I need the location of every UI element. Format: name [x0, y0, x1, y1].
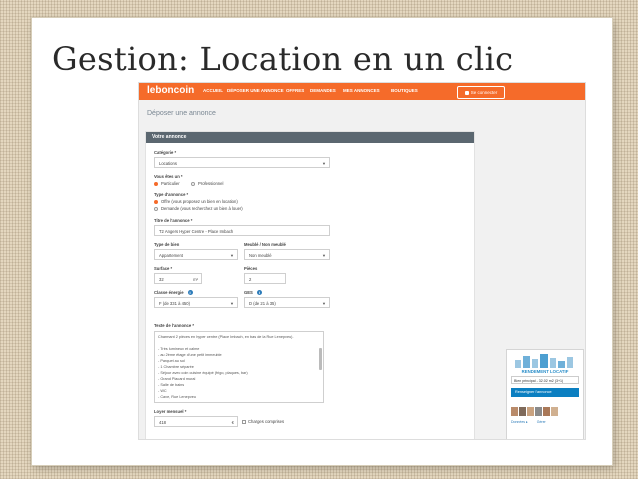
radio-offre-label: Offre (vous proposez un bien en location…	[161, 199, 238, 204]
classe-energie-select[interactable]: F (de 331 à 450) ▼	[154, 297, 238, 308]
chevron-down-icon: ▼	[230, 301, 234, 306]
radio-off-icon	[154, 206, 158, 211]
radio-on-icon	[154, 199, 158, 204]
widget-select[interactable]: Bien principal - 32.02 m2 (3+1)	[511, 376, 579, 384]
type-bien-label: Type de bien	[154, 242, 180, 247]
nav-offres[interactable]: OFFRES	[286, 88, 304, 93]
checkbox-icon	[242, 419, 246, 424]
titre-label: Titre de l'annonce *	[154, 218, 193, 223]
radio-professionnel[interactable]: Professionnel	[191, 181, 223, 186]
avatar	[543, 407, 550, 416]
pieces-input[interactable]: 2	[244, 273, 286, 284]
nav-deposer[interactable]: DÉPOSER UNE ANNONCE	[227, 88, 284, 93]
meuble-select[interactable]: Non meublé ▼	[244, 249, 330, 260]
type-bien-value: Appartement	[159, 253, 183, 258]
connect-label: Se connecter	[470, 90, 498, 95]
site-logo[interactable]: leboncoin	[147, 85, 194, 96]
widget-footer: Données ▸ Gérer	[511, 420, 579, 424]
info-icon[interactable]: i	[187, 290, 193, 296]
texte-line: - 1 Chambre séparée	[158, 365, 194, 369]
textarea-scrollbar[interactable]	[319, 348, 322, 370]
site-header: leboncoin ACCUEIL DÉPOSER UNE ANNONCE OF…	[139, 83, 585, 100]
texte-line: - WC	[158, 389, 167, 393]
pieces-label: Pièces	[244, 266, 258, 271]
nav-boutiques[interactable]: BOUTIQUES	[391, 88, 418, 93]
nav-mes-annonces[interactable]: MES ANNONCES	[343, 88, 380, 93]
chevron-down-icon: ▼	[230, 253, 234, 258]
radio-offre[interactable]: Offre (vous proposez un bien en location…	[154, 199, 238, 204]
widget-footer-left[interactable]: Données ▸	[511, 420, 528, 424]
texte-line: - Parquet au sol	[158, 359, 185, 363]
loyer-value: 418	[159, 420, 166, 425]
avatar	[511, 407, 518, 416]
ges-text: GES	[244, 290, 253, 295]
panel-title: Votre annonce	[146, 132, 474, 143]
vous-etes-label: Vous êtes un *	[154, 174, 183, 179]
radio-demande[interactable]: Demande (vous recherchez un bien à louer…	[154, 206, 243, 211]
embedded-screenshot: leboncoin ACCUEIL DÉPOSER UNE ANNONCE OF…	[138, 82, 586, 440]
titre-input[interactable]: T2 Angers Hyper Centre - Place Imbach	[154, 225, 330, 236]
avatar	[527, 407, 534, 416]
pieces-value: 2	[249, 277, 252, 282]
info-icon[interactable]: i	[256, 290, 262, 296]
ad-form-panel: Votre annonce Catégorie * Locations ▼ Vou…	[145, 131, 475, 439]
widget-avatars	[511, 401, 579, 416]
nav-demandes[interactable]: DEMANDES	[310, 88, 336, 93]
charges-checkbox[interactable]: Charges comprises	[242, 419, 284, 424]
type-annonce-label: Type d'annonce *	[154, 192, 189, 197]
avatar	[535, 407, 542, 416]
category-value: Locations	[159, 161, 177, 166]
surface-label: Surface *	[154, 266, 173, 271]
slide-title: Gestion: Location en un clic	[52, 40, 514, 78]
texte-line: - Cave, Rue Lenepveu	[158, 395, 196, 399]
page-title: Déposer une annonce	[147, 110, 216, 117]
widget-footer-right[interactable]: Gérer	[537, 420, 546, 424]
radio-demande-label: Demande (vous recherchez un bien à louer…	[161, 206, 243, 211]
charges-label: Charges comprises	[248, 419, 285, 424]
texte-line: - Très lumineux et calme	[158, 347, 200, 351]
texte-line: Charmant 2 pièces en hyper centre (Place…	[158, 335, 294, 339]
loyer-input[interactable]: 418 €	[154, 416, 238, 427]
nav-accueil[interactable]: ACCUEIL	[203, 88, 223, 93]
ges-value: D (de 21 à 35)	[249, 301, 276, 306]
texte-label: Texte de l'annonce *	[154, 323, 195, 328]
texte-textarea[interactable]: Charmant 2 pièces en hyper centre (Place…	[154, 331, 324, 403]
user-icon	[464, 90, 469, 95]
ges-label: GES i	[244, 290, 262, 296]
surface-value: 32	[159, 277, 164, 282]
chevron-down-icon: ▼	[322, 161, 326, 166]
avatar	[519, 407, 526, 416]
classe-energie-value: F (de 331 à 450)	[159, 301, 190, 306]
type-bien-select[interactable]: Appartement ▼	[154, 249, 238, 260]
renseigner-button[interactable]: Renseigner l'annonce	[511, 388, 579, 397]
radio-particulier[interactable]: Particulier	[154, 181, 180, 186]
texte-line: - Grand Placard mural	[158, 377, 196, 381]
loyer-unit: €	[231, 420, 234, 425]
radio-off-icon	[191, 181, 195, 186]
rendement-widget: RENDEMENT LOCATIF Bien principal - 32.02…	[506, 349, 584, 439]
chevron-down-icon: ▼	[322, 301, 326, 306]
texte-line: - Salle de bains	[158, 383, 185, 387]
classe-energie-label: Classe énergie i	[154, 290, 193, 296]
meuble-label: Meublé / Non meublé	[244, 242, 286, 247]
texte-line: - au 2ème étage d'une petit immeuble	[158, 353, 222, 357]
texte-line: - Séjour avec coin cuisine équipé (frigo…	[158, 371, 248, 375]
surface-unit: m²	[193, 277, 198, 282]
radio-on-icon	[154, 181, 158, 186]
category-select[interactable]: Locations ▼	[154, 157, 330, 168]
chevron-down-icon: ▼	[322, 253, 326, 258]
classe-energie-text: Classe énergie	[154, 290, 184, 295]
avatar	[551, 407, 558, 416]
widget-brand: RENDEMENT LOCATIF	[521, 369, 569, 374]
surface-input[interactable]: 32 m²	[154, 273, 202, 284]
ges-select[interactable]: D (de 21 à 35) ▼	[244, 297, 330, 308]
category-label: Catégorie *	[154, 150, 177, 155]
meuble-value: Non meublé	[249, 253, 272, 258]
radio-professionnel-label: Professionnel	[198, 181, 224, 186]
connect-button[interactable]: Se connecter	[457, 86, 505, 99]
loyer-label: Loyer mensuel *	[154, 409, 187, 414]
radio-particulier-label: Particulier	[161, 181, 180, 186]
city-skyline-icon	[515, 354, 573, 368]
titre-value: T2 Angers Hyper Centre - Place Imbach	[159, 229, 234, 234]
